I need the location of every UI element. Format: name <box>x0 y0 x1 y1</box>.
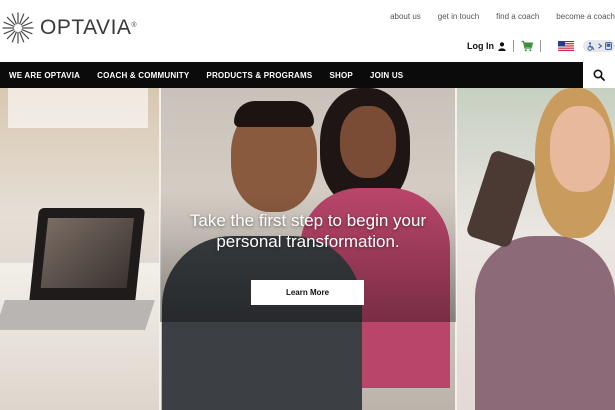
device-icon <box>604 42 612 50</box>
hero-headline: Take the first step to begin your person… <box>189 211 427 251</box>
laptop-decor <box>28 208 146 304</box>
person-decor <box>340 106 396 178</box>
link-become-a-coach[interactable]: become a coach <box>556 12 615 21</box>
brand-name: OPTAVIA® <box>40 16 138 39</box>
cart-icon[interactable] <box>521 40 533 52</box>
brand-logo[interactable]: OPTAVIA® <box>2 12 137 44</box>
account-bar: Log In <box>467 40 615 52</box>
nav-coach-community[interactable]: COACH & COMMUNITY <box>97 71 189 80</box>
sunburst-logo-icon <box>2 12 34 44</box>
window-decor <box>8 88 148 128</box>
accessibility-toggle[interactable] <box>583 40 615 52</box>
shaker-bottle-decor <box>465 149 537 249</box>
person-decor <box>550 106 610 192</box>
site-header: OPTAVIA® about us get in touch find a co… <box>0 0 615 62</box>
us-flag-icon[interactable] <box>558 40 574 52</box>
search-button[interactable] <box>583 62 615 88</box>
divider <box>513 40 514 52</box>
main-nav: WE ARE OPTAVIA COACH & COMMUNITY PRODUCT… <box>0 62 615 88</box>
learn-more-button[interactable]: Learn More <box>251 280 364 305</box>
user-icon <box>498 41 506 51</box>
person-decor <box>475 236 615 410</box>
laptop-keyboard-decor <box>0 300 155 330</box>
nav-we-are-optavia[interactable]: WE ARE OPTAVIA <box>9 71 80 80</box>
login-label: Log In <box>467 41 494 51</box>
divider <box>540 40 541 52</box>
utility-links: about us get in touch find a coach becom… <box>390 12 615 21</box>
person-decor <box>234 101 314 127</box>
chevron-right-icon <box>597 43 602 49</box>
link-get-in-touch[interactable]: get in touch <box>438 12 479 21</box>
nav-join-us[interactable]: JOIN US <box>370 71 403 80</box>
search-icon <box>593 69 605 81</box>
nav-shop[interactable]: SHOP <box>329 71 352 80</box>
login-link[interactable]: Log In <box>467 41 506 51</box>
link-about-us[interactable]: about us <box>390 12 421 21</box>
accessibility-icon <box>587 41 594 51</box>
nav-products-programs[interactable]: PRODUCTS & PROGRAMS <box>206 71 312 80</box>
link-find-a-coach[interactable]: find a coach <box>496 12 539 21</box>
